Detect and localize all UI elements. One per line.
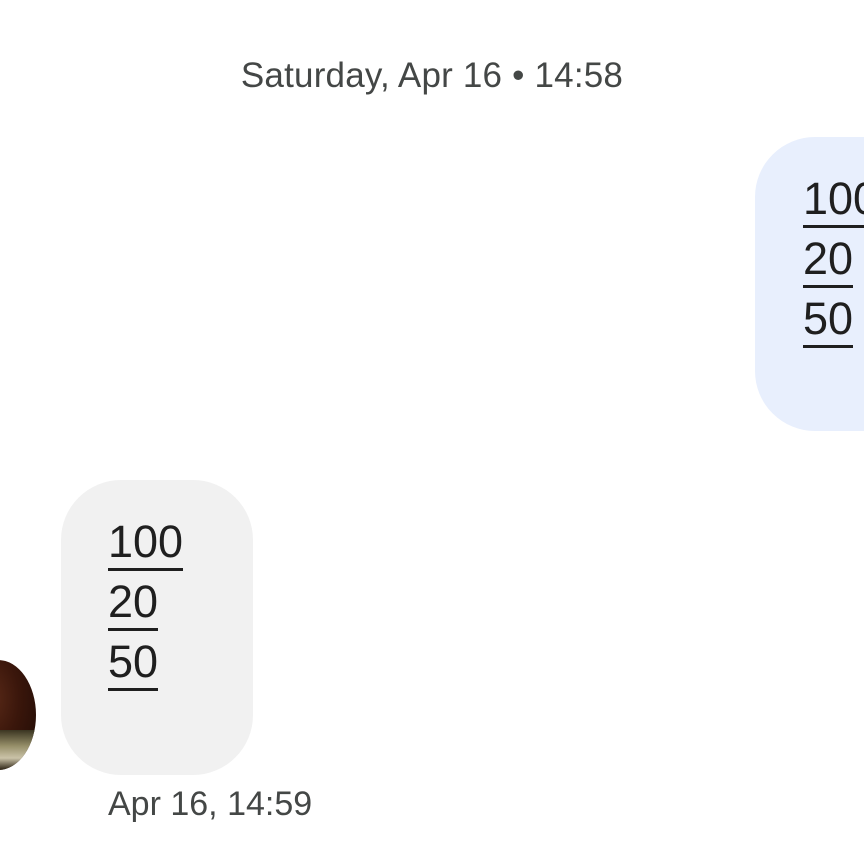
message-timestamp: Apr 16, 14:59 xyxy=(108,785,313,823)
number-link[interactable]: 50 xyxy=(108,636,159,691)
number-link[interactable]: 100 xyxy=(108,516,184,571)
message-line: 100 xyxy=(108,516,253,576)
message-line: 100 xyxy=(803,173,864,233)
number-link[interactable]: 20 xyxy=(803,233,854,288)
date-header: Saturday, Apr 16 • 14:58 xyxy=(240,56,624,95)
contact-avatar-icon[interactable] xyxy=(0,660,36,770)
message-lines: 100 20 50 xyxy=(108,516,253,696)
message-line: 50 xyxy=(108,636,253,696)
number-link[interactable]: 20 xyxy=(108,576,159,631)
conversation-view: Saturday, Apr 16 • 14:58 100 20 50 100 2… xyxy=(0,0,864,864)
number-link[interactable]: 50 xyxy=(803,293,854,348)
message-line: 20 xyxy=(803,233,864,293)
message-lines: 100 20 50 xyxy=(803,173,864,353)
avatar-photo-detail xyxy=(0,730,36,770)
incoming-message-bubble[interactable]: 100 20 50 xyxy=(61,480,253,775)
message-line: 20 xyxy=(108,576,253,636)
outgoing-message-bubble[interactable]: 100 20 50 xyxy=(755,137,864,431)
number-link[interactable]: 100 xyxy=(803,173,864,228)
message-line: 50 xyxy=(803,293,864,353)
